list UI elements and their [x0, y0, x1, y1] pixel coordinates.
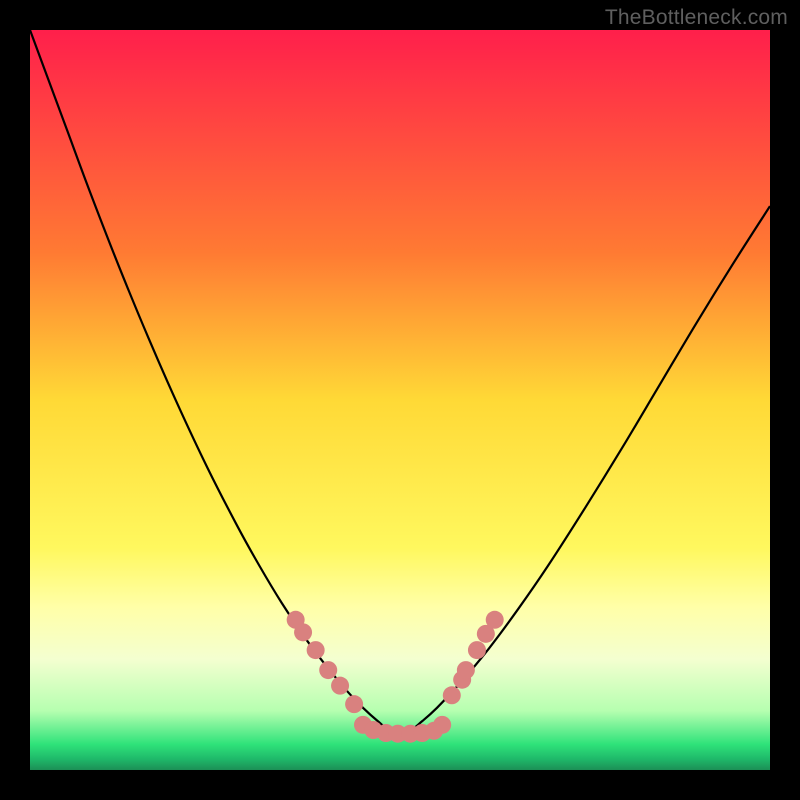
data-marker [486, 611, 504, 629]
data-marker [443, 686, 461, 704]
data-marker [331, 677, 349, 695]
gradient-background [30, 30, 770, 770]
data-marker [294, 623, 312, 641]
watermark-text: TheBottleneck.com [605, 6, 788, 30]
data-marker [307, 641, 325, 659]
data-marker [468, 641, 486, 659]
data-marker [433, 716, 451, 734]
data-marker [457, 661, 475, 679]
data-marker [345, 695, 363, 713]
chart-svg [30, 30, 770, 770]
chart-frame: TheBottleneck.com [0, 0, 800, 800]
plot-area [30, 30, 770, 770]
data-marker [319, 661, 337, 679]
